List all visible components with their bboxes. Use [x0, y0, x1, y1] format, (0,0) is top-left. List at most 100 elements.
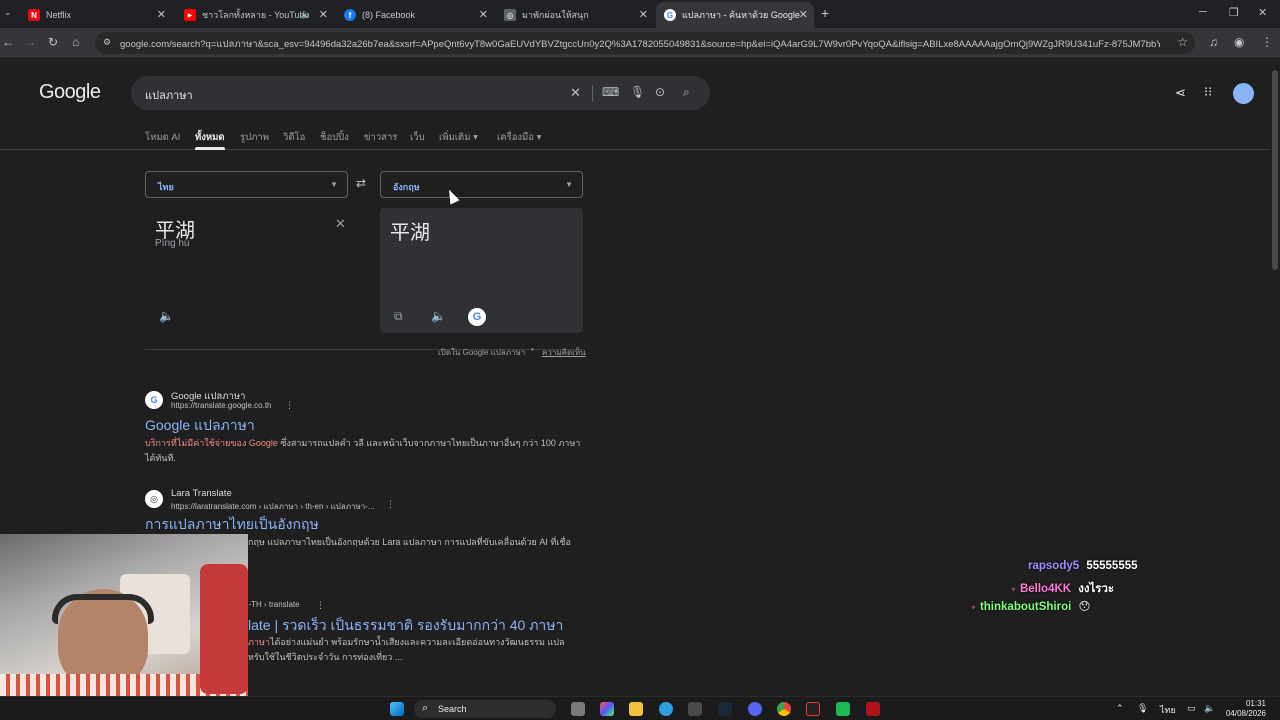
tab-all[interactable]: ทั้งหมด — [195, 130, 225, 150]
address-bar[interactable]: ⚙ google.com/search?q=แปลภาษา&sca_esv=94… — [95, 32, 1195, 54]
window-close-icon[interactable]: ✕ — [1258, 6, 1267, 19]
steam-icon[interactable] — [718, 702, 732, 716]
restore-icon[interactable]: ❐ — [1229, 6, 1239, 19]
google-icon: G — [664, 9, 676, 21]
back-icon[interactable]: ← — [2, 35, 14, 49]
network-icon[interactable]: ▭ — [1187, 703, 1196, 714]
speaker-icon[interactable]: 🔈 — [159, 309, 174, 323]
windows-start-icon[interactable] — [390, 702, 404, 716]
menu-icon[interactable]: ⋮ — [1261, 35, 1273, 49]
tab-images[interactable]: รูปภาพ — [240, 130, 269, 145]
forward-icon[interactable]: → — [24, 35, 36, 49]
speaker-icon[interactable]: 🔈 — [301, 9, 312, 20]
feedback-link[interactable]: ความคิดเห็น — [542, 346, 586, 359]
scrollbar-thumb[interactable] — [1272, 70, 1278, 270]
close-icon[interactable]: ✕ — [319, 8, 328, 21]
tab-news[interactable]: ข่าวสาร — [364, 130, 397, 145]
file-explorer-icon[interactable] — [629, 702, 643, 716]
speaker-icon[interactable]: 🔈 — [431, 309, 446, 323]
home-icon[interactable]: ⌂ — [72, 35, 79, 49]
tab-web[interactable]: เว็บ — [410, 130, 425, 145]
result-url[interactable]: https://translate.google.co.th — [171, 401, 272, 410]
taskbar-search[interactable]: ⌕ Search — [414, 700, 556, 718]
google-g-icon[interactable]: G — [468, 308, 486, 326]
game-icon[interactable] — [866, 702, 880, 716]
reload-icon[interactable]: ↻ — [48, 35, 58, 49]
tab-netflix[interactable]: N Netflix ✕ — [20, 2, 172, 28]
keyboard-icon[interactable]: ⌨ — [602, 85, 619, 99]
chrome-icon[interactable] — [777, 702, 791, 716]
caret-down-icon: ▼ — [565, 180, 573, 189]
task-view-icon[interactable] — [571, 702, 585, 716]
close-icon[interactable]: ✕ — [479, 8, 488, 21]
tab-title: แปลภาษา - ค้นหาด้วย Google — [682, 10, 800, 20]
translate-footer: เปิดใน Google แปลภาษา • ความคิดเห็น — [145, 345, 586, 357]
result-url[interactable]: https://laratranslate.com › แปลภาษา › th… — [171, 500, 375, 513]
search-input[interactable]: แปลภาษา — [145, 86, 193, 104]
system-clock[interactable]: 01:31 04/08/2026 — [1226, 699, 1266, 719]
chevron-down-icon: ▾ — [473, 132, 478, 143]
tab-site[interactable]: ◎ มาพักผ่อนให้สนุก ✕ — [496, 2, 654, 28]
obs-icon[interactable] — [806, 702, 820, 716]
profile-icon[interactable]: ◉ — [1234, 35, 1244, 49]
discord-icon[interactable] — [748, 702, 762, 716]
tab-tools[interactable]: เครื่องมือ ▾ — [497, 130, 541, 145]
avatar[interactable] — [1233, 83, 1254, 104]
taskbar-search-label: Search — [438, 704, 467, 714]
tray-chevron-icon[interactable]: ⌃ — [1116, 703, 1124, 714]
tab-search-icon[interactable]: ⌄ — [4, 7, 12, 18]
open-in-translate-link[interactable]: เปิดใน Google แปลภาษา — [438, 346, 525, 359]
apps-grid-icon[interactable]: ⁝⁝ — [1204, 84, 1212, 100]
google-logo[interactable]: Google — [39, 81, 101, 104]
close-icon[interactable]: ✕ — [639, 8, 648, 21]
site-info-icon[interactable]: ⚙ — [103, 37, 111, 48]
search-icon[interactable]: ⌕ — [683, 85, 690, 100]
bookmark-star-icon[interactable]: ☆ — [1177, 35, 1188, 49]
chat-badge-icon: ♆ — [970, 602, 977, 612]
more-options-icon[interactable]: ⋮ — [316, 600, 325, 611]
result-url[interactable]: n-TH › translate — [244, 600, 300, 609]
result-title[interactable]: การแปลภาษาไทยเป็นอังกฤษ — [145, 514, 319, 536]
result-title[interactable]: late | รวดเร็ว เป็นธรรมชาติ รองรับมากกว่… — [248, 615, 563, 637]
lens-icon[interactable]: ⊙ — [655, 85, 665, 99]
search-bar[interactable]: แปลภาษา ✕ ⌨ 🎙 ⊙ ⌕ — [131, 76, 710, 110]
media-control-icon[interactable]: ♫ — [1209, 35, 1218, 49]
minimize-icon[interactable]: ─ — [1199, 6, 1207, 18]
tab-more[interactable]: เพิ่มเติม ▾ — [439, 130, 478, 145]
result-site-name[interactable]: Lara Translate — [171, 488, 232, 499]
result-title[interactable]: Google แปลภาษา — [145, 415, 255, 437]
target-language-select[interactable]: อังกฤษ ▼ — [380, 171, 583, 198]
volume-icon[interactable]: 🔈 — [1204, 703, 1215, 714]
store-icon[interactable] — [688, 702, 702, 716]
input-language[interactable]: ไทย — [1160, 703, 1176, 717]
tab-google-search[interactable]: G แปลภาษา - ค้นหาด้วย Google ✕ — [656, 2, 814, 28]
close-icon[interactable]: ✕ — [799, 8, 808, 21]
tab-videos[interactable]: วิดีโอ — [283, 130, 305, 145]
tab-shopping[interactable]: ช็อปปิ้ง — [320, 130, 349, 145]
edge-icon[interactable] — [659, 702, 673, 716]
result-highlight: บริการที่ไม่มีค่าใช้จ่ายของ Google — [145, 438, 278, 448]
tab-ai-mode[interactable]: โหมด AI — [145, 130, 180, 145]
copy-icon[interactable]: ⧉ — [394, 309, 403, 324]
source-language-select[interactable]: ไทย ▼ — [145, 171, 348, 198]
clear-text-icon[interactable]: ✕ — [335, 216, 346, 232]
microphone-icon[interactable]: 🎙 — [630, 85, 645, 99]
result-description: ภาษาได้อย่างแม่นยำ พร้อมรักษาน้ำเสียงและ… — [248, 635, 578, 665]
share-icon[interactable]: ⋖ — [1175, 85, 1186, 101]
tab-youtube[interactable]: ▶ ชาวโลกทั้งหลาย - YouTube 🔈 ✕ — [176, 2, 334, 28]
microphone-icon[interactable]: 🎙 — [1137, 703, 1148, 714]
app-icon[interactable] — [836, 702, 850, 716]
tab-title: มาพักผ่อนให้สนุก — [522, 10, 589, 20]
more-options-icon[interactable]: ⋮ — [386, 499, 395, 510]
browser-tab-bar: ⌄ N Netflix ✕ ▶ ชาวโลกทั้งหลาย - YouTube… — [0, 0, 1280, 28]
new-tab-button[interactable]: + — [821, 5, 829, 21]
source-text-panel[interactable]: 平湖 Píng hú ✕ 🔈 — [145, 208, 348, 333]
close-icon[interactable]: ✕ — [157, 8, 166, 21]
clock-time: 01:31 — [1245, 699, 1266, 708]
swap-languages-icon[interactable]: ⇄ — [356, 176, 366, 190]
more-options-icon[interactable]: ⋮ — [285, 400, 294, 411]
tab-facebook[interactable]: f (8) Facebook ✕ — [336, 2, 494, 28]
clear-icon[interactable]: ✕ — [570, 85, 581, 101]
page-scrollbar[interactable] — [1270, 58, 1280, 696]
copilot-icon[interactable] — [600, 702, 614, 716]
